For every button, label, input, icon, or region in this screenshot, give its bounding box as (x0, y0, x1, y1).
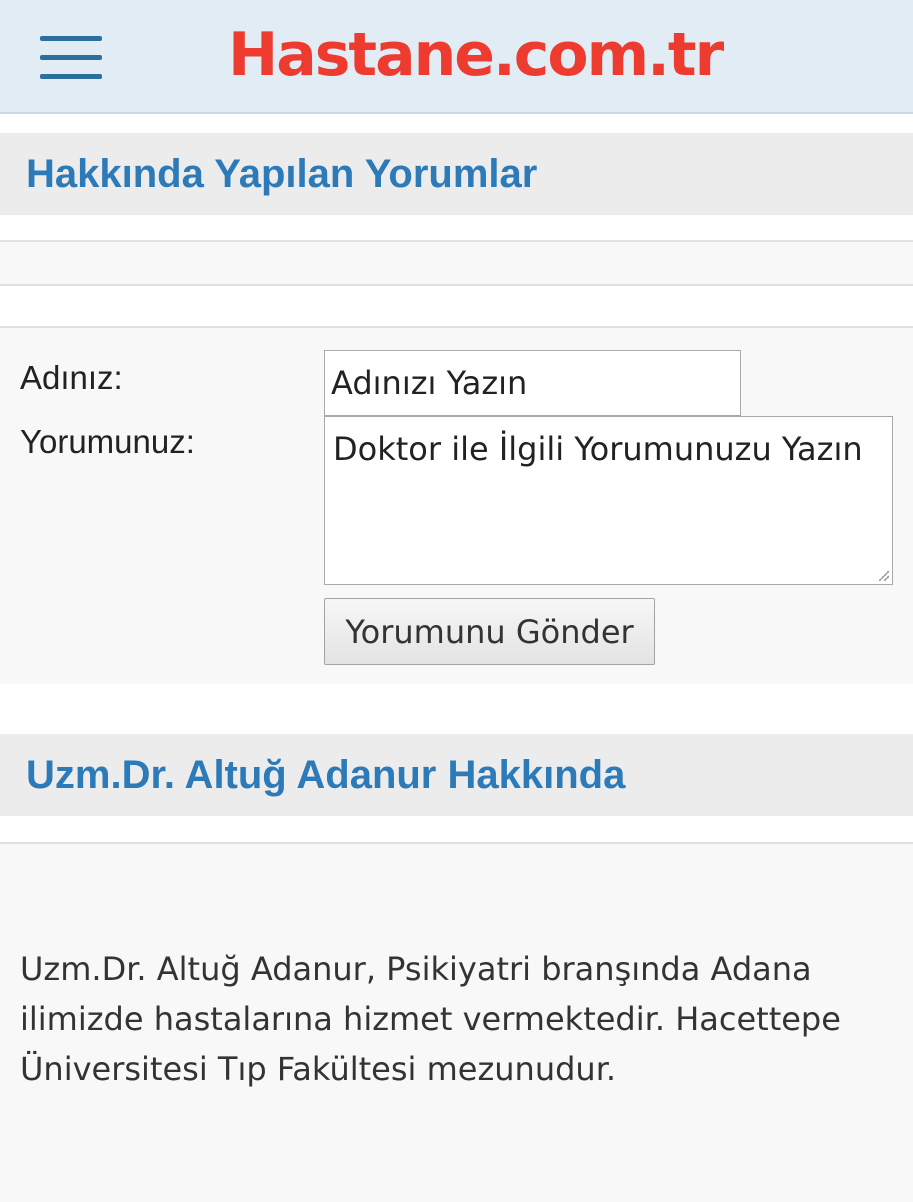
name-label: Adınız: (20, 359, 123, 396)
about-text: Uzm.Dr. Altuğ Adanur, Psikiyatri branşın… (20, 950, 841, 1088)
submit-comment-button[interactable]: Yorumunu Gönder (324, 598, 655, 665)
about-section-title: Uzm.Dr. Altuğ Adanur Hakkında (26, 753, 626, 797)
comment-textarea[interactable]: Doktor ile İlgili Yorumunuzu Yazın (324, 416, 893, 585)
comments-section-title: Hakkında Yapılan Yorumlar (26, 152, 538, 196)
about-section-header: Uzm.Dr. Altuğ Adanur Hakkında (0, 734, 913, 816)
comment-label: Yorumunuz: (20, 423, 195, 460)
divider (0, 284, 913, 327)
name-input[interactable] (324, 350, 741, 416)
comment-form: Adınız: Yorumunuz: Doktor ile İlgili Yor… (0, 326, 913, 684)
site-logo[interactable]: Hastane.com.tr (228, 20, 724, 90)
comments-list-area (0, 240, 913, 286)
hamburger-menu-icon[interactable] (40, 36, 102, 80)
resize-grip-icon[interactable] (879, 571, 889, 581)
comments-section-header: Hakkında Yapılan Yorumlar (0, 133, 913, 215)
top-bar: Hastane.com.tr (0, 0, 913, 114)
